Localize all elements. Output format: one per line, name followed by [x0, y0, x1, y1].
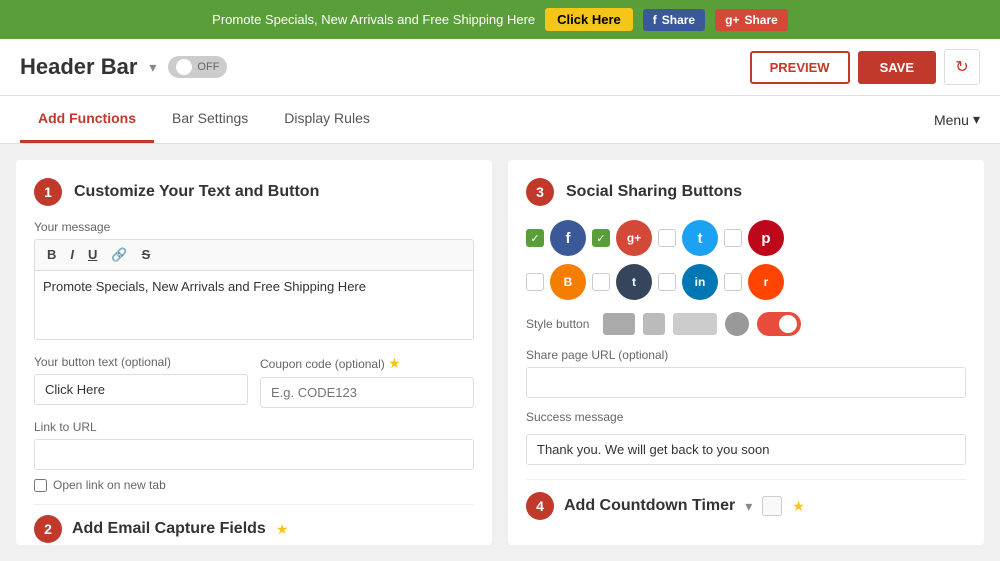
promo-text: Promote Specials, New Arrivals and Free … [212, 12, 535, 27]
section4-checkbox[interactable] [762, 496, 782, 516]
gplus-icon: g+ [725, 13, 739, 27]
pinterest-icon[interactable]: p [748, 220, 784, 256]
style-toggle[interactable] [757, 312, 801, 336]
link-url-group: Link to URL [34, 420, 474, 470]
button-text-input[interactable] [34, 374, 248, 405]
gp-checkbox[interactable]: ✓ [592, 229, 610, 247]
section3-header: 3 Social Sharing Buttons [526, 178, 966, 206]
style-toggle-knob [779, 315, 797, 333]
main-content: 1 Customize Your Text and Button Your me… [0, 144, 1000, 561]
section4-title: Add Countdown Timer [564, 497, 735, 515]
share-google-button[interactable]: g+ Share [715, 9, 788, 31]
menu-chevron-icon: ▾ [973, 111, 980, 128]
share-url-label: Share page URL (optional) [526, 348, 966, 362]
message-label: Your message [34, 220, 474, 234]
link-button[interactable]: 🔗 [107, 246, 131, 264]
googleplus-icon[interactable]: g+ [616, 220, 652, 256]
refresh-button[interactable]: ↻ [944, 49, 980, 85]
button-fields: Your button text (optional) Coupon code … [34, 355, 474, 408]
reddit-icon[interactable]: r [748, 264, 784, 300]
style-swatch-1[interactable] [603, 313, 635, 335]
success-msg-input[interactable] [526, 434, 966, 465]
linkedin-icon[interactable]: in [682, 264, 718, 300]
tabs-row: Add Functions Bar Settings Display Rules… [0, 96, 1000, 144]
title-dropdown-icon[interactable]: ▾ [149, 59, 156, 76]
link-label: Link to URL [34, 420, 474, 434]
twitter-icon[interactable]: t [682, 220, 718, 256]
tab-display-rules[interactable]: Display Rules [266, 96, 388, 143]
section1-number: 1 [34, 178, 62, 206]
style-swatch-2[interactable] [643, 313, 665, 335]
menu-button[interactable]: Menu ▾ [934, 111, 980, 128]
style-button-row: Style button [526, 312, 966, 336]
coupon-input[interactable] [260, 377, 474, 408]
share-url-input[interactable] [526, 367, 966, 398]
section4-header: 4 Add Countdown Timer ▾ ★ [526, 479, 966, 520]
button-text-group: Your button text (optional) [34, 355, 248, 408]
header-row: Header Bar ▾ OFF PREVIEW SAVE ↻ [0, 39, 1000, 96]
social-row-2: B t in r [526, 264, 966, 300]
section4-chevron-icon[interactable]: ▾ [745, 498, 752, 515]
li-checkbox[interactable] [658, 273, 676, 291]
style-swatch-4[interactable] [725, 312, 749, 336]
coupon-group: Coupon code (optional) ★ [260, 355, 474, 408]
toggle-knob [176, 59, 192, 75]
tab-bar-settings[interactable]: Bar Settings [154, 96, 266, 143]
social-row-1: ✓ f ✓ g+ t p [526, 220, 966, 256]
bar-toggle[interactable]: OFF [168, 56, 227, 78]
bold-button[interactable]: B [43, 246, 60, 264]
success-msg-label: Success message [526, 410, 966, 424]
section2-star-icon: ★ [276, 521, 289, 538]
open-new-tab-checkbox[interactable] [34, 479, 47, 492]
message-textarea[interactable]: Promote Specials, New Arrivals and Free … [34, 270, 474, 340]
underline-button[interactable]: U [84, 246, 101, 264]
section1-title: Customize Your Text and Button [74, 183, 319, 201]
section2-teaser: 2 Add Email Capture Fields ★ [34, 504, 474, 543]
section3-number: 3 [526, 178, 554, 206]
fb-checkbox[interactable]: ✓ [526, 229, 544, 247]
tab-add-functions[interactable]: Add Functions [20, 96, 154, 143]
link-url-input[interactable] [34, 439, 474, 470]
text-toolbar: B I U 🔗 S [34, 239, 474, 270]
section4-star-icon: ★ [792, 498, 805, 515]
section4-number: 4 [526, 492, 554, 520]
promo-bar: Promote Specials, New Arrivals and Free … [0, 0, 1000, 39]
share-facebook-button[interactable]: f Share [643, 9, 705, 31]
fb-icon: f [653, 13, 657, 27]
tw-checkbox[interactable] [658, 229, 676, 247]
section3-title: Social Sharing Buttons [566, 183, 742, 201]
header-actions: PREVIEW SAVE ↻ [750, 49, 980, 85]
click-here-button[interactable]: Click Here [545, 8, 633, 31]
blogger-icon[interactable]: B [550, 264, 586, 300]
rd-checkbox[interactable] [724, 273, 742, 291]
pi-checkbox[interactable] [724, 229, 742, 247]
section2-number: 2 [34, 515, 62, 543]
button-text-label: Your button text (optional) [34, 355, 248, 369]
page-title: Header Bar [20, 54, 137, 80]
section1-header: 1 Customize Your Text and Button [34, 178, 474, 206]
preview-button[interactable]: PREVIEW [750, 51, 850, 84]
tu-checkbox[interactable] [592, 273, 610, 291]
style-label: Style button [526, 317, 589, 331]
right-panel: 3 Social Sharing Buttons ✓ f ✓ g+ t p B … [508, 160, 984, 545]
open-new-tab-label: Open link on new tab [53, 478, 166, 492]
coupon-label: Coupon code (optional) ★ [260, 355, 474, 372]
bl-checkbox[interactable] [526, 273, 544, 291]
section2-title: Add Email Capture Fields [72, 520, 266, 538]
open-new-tab-row: Open link on new tab [34, 478, 474, 492]
left-panel: 1 Customize Your Text and Button Your me… [16, 160, 492, 545]
tumblr-icon[interactable]: t [616, 264, 652, 300]
italic-button[interactable]: I [66, 246, 78, 264]
facebook-icon[interactable]: f [550, 220, 586, 256]
style-swatch-3[interactable] [673, 313, 717, 335]
save-button[interactable]: SAVE [858, 51, 936, 84]
coupon-star-icon: ★ [388, 355, 401, 371]
refresh-icon: ↻ [955, 57, 968, 77]
strikethrough-button[interactable]: S [138, 246, 155, 264]
